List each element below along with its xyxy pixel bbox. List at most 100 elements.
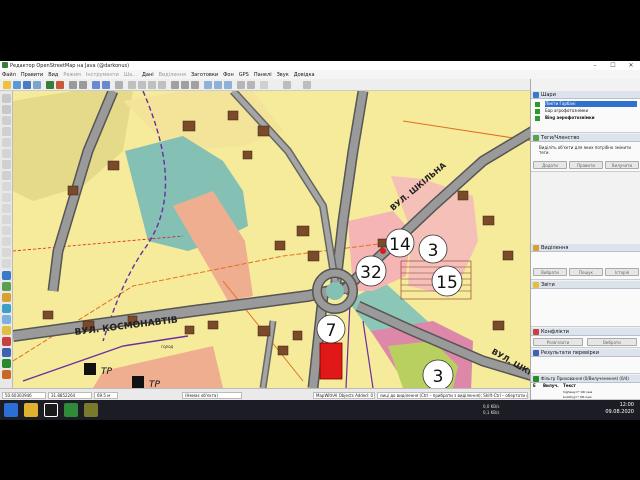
redo-icon[interactable] <box>79 81 87 89</box>
menu-item[interactable]: Заготовки <box>191 72 218 78</box>
menu-item[interactable]: Вид <box>48 72 58 78</box>
search-button[interactable]: Пошук <box>569 268 603 276</box>
select-button[interactable]: Вибрати <box>533 268 567 276</box>
tool-icon[interactable] <box>128 81 136 89</box>
tool-icon[interactable] <box>2 259 11 268</box>
validation-header[interactable]: Результати перевірки <box>531 349 640 357</box>
tool-icon[interactable] <box>303 81 311 89</box>
tool-icon[interactable] <box>181 81 189 89</box>
tool-icon[interactable] <box>138 81 146 89</box>
open-file-icon[interactable] <box>13 81 21 89</box>
undo-icon[interactable] <box>69 81 77 89</box>
filter-toggle-icon[interactable] <box>2 359 11 368</box>
maximize-button[interactable]: ☐ <box>604 61 622 70</box>
visibility-icon[interactable] <box>535 116 540 121</box>
zoom-out-icon[interactable] <box>102 81 110 89</box>
tool-icon[interactable] <box>214 81 222 89</box>
preferences-icon[interactable] <box>115 81 123 89</box>
extrude-tool-icon[interactable] <box>2 160 11 169</box>
select-tool-icon[interactable] <box>2 94 11 103</box>
menu-item[interactable]: Режим <box>63 72 81 78</box>
edit-tag-button[interactable]: Правити <box>569 161 603 169</box>
menu-item[interactable]: GPS <box>239 72 249 78</box>
select-conflict-button[interactable]: Вибрати <box>587 338 637 346</box>
tags-header[interactable]: Теги/Членство <box>531 134 640 142</box>
filter-header[interactable]: Фільтр Приховання (0/Вилученення) (0/4) <box>531 375 640 383</box>
file-explorer-icon[interactable] <box>24 403 38 417</box>
notes-toggle-icon[interactable] <box>2 326 11 335</box>
tool-icon[interactable] <box>148 81 156 89</box>
save-as-icon[interactable] <box>33 81 41 89</box>
menu-item[interactable]: Правити <box>21 72 43 78</box>
explorer-icon[interactable] <box>44 403 58 417</box>
menu-item[interactable]: Довідка <box>294 72 315 78</box>
tool-icon[interactable] <box>191 81 199 89</box>
qgis-icon[interactable] <box>64 403 78 417</box>
gps-icon[interactable] <box>2 370 11 379</box>
menu-item[interactable]: Дані <box>142 72 154 78</box>
tool-icon[interactable] <box>2 226 11 235</box>
filter-column-header: Вилуч. <box>543 383 559 388</box>
layer-item[interactable]: Бар агрофотознімки <box>545 108 637 114</box>
tool-icon[interactable] <box>2 204 11 213</box>
tool-icon[interactable] <box>158 81 166 89</box>
tool-icon[interactable] <box>283 81 291 89</box>
menu-item[interactable]: Виділення <box>159 72 186 78</box>
improve-way-tool-icon[interactable] <box>2 171 11 180</box>
zoom-tool-icon[interactable] <box>2 127 11 136</box>
delete-tool-icon[interactable] <box>2 138 11 147</box>
layer-item[interactable]: Ліміти Гарбані <box>545 101 637 107</box>
menu-item[interactable]: Фон <box>223 72 234 78</box>
draw-tool-icon[interactable] <box>2 116 11 125</box>
system-clock[interactable]: 12:00 09.08.2020 <box>605 402 634 416</box>
zoom-in-icon[interactable] <box>92 81 100 89</box>
selection-header[interactable]: Виділення <box>531 244 640 252</box>
visibility-icon[interactable] <box>535 102 540 107</box>
tool-icon[interactable] <box>2 193 11 202</box>
menu-item[interactable]: Ша... <box>124 72 137 78</box>
menu-item[interactable]: Файл <box>2 72 16 78</box>
menu-item[interactable]: Інструменти <box>86 72 119 78</box>
start-icon[interactable] <box>4 403 18 417</box>
delete-tag-button[interactable]: Вилучити <box>605 161 639 169</box>
selection-toggle-icon[interactable] <box>2 293 11 302</box>
menu-item[interactable]: Звук <box>277 72 289 78</box>
visibility-icon[interactable] <box>535 109 540 114</box>
map-view[interactable]: ВУЛ. КОСМОНАВТІВ ВУЛ. ШКІЛЬНА ВУЛ. ШКІЛ.… <box>13 91 530 388</box>
tool-icon[interactable] <box>237 81 245 89</box>
conflicts-header[interactable]: Конфлікти <box>531 328 640 336</box>
add-tag-button[interactable]: Додати <box>533 161 567 169</box>
tool-icon[interactable] <box>2 215 11 224</box>
tool-icon[interactable] <box>2 182 11 191</box>
parallel-tool-icon[interactable] <box>2 149 11 158</box>
download-icon[interactable] <box>46 81 54 89</box>
tool-icon[interactable] <box>247 81 255 89</box>
lasso-tool-icon[interactable] <box>2 105 11 114</box>
close-button[interactable]: ✕ <box>622 61 640 70</box>
tags-hint: Виділіть об'єкти для яких потрібно зміни… <box>539 145 631 155</box>
layers-header[interactable]: Шари <box>531 91 640 99</box>
tags-toggle-icon[interactable] <box>2 282 11 291</box>
conflict-toggle-icon[interactable] <box>2 337 11 346</box>
network-speed: 0,0 KB/s 0,1 KB/s <box>483 404 499 416</box>
app-icon[interactable] <box>84 403 98 417</box>
tool-icon[interactable] <box>260 81 268 89</box>
tool-icon[interactable] <box>2 248 11 257</box>
validator-toggle-icon[interactable] <box>2 348 11 357</box>
history-button[interactable]: Історія <box>605 268 639 276</box>
tool-icon[interactable] <box>2 237 11 246</box>
resolve-button[interactable]: Розв'язати <box>533 338 583 346</box>
tool-icon[interactable] <box>204 81 212 89</box>
layer-item[interactable]: Bing аерофотознімки <box>545 115 637 121</box>
menu-item[interactable]: Панелі <box>254 72 272 78</box>
tool-icon[interactable] <box>224 81 232 89</box>
upload-icon[interactable] <box>56 81 64 89</box>
map-paint-icon[interactable] <box>2 304 11 313</box>
notes-header[interactable]: Звіти <box>531 281 640 289</box>
history-icon[interactable] <box>2 315 11 324</box>
new-layer-icon[interactable] <box>3 81 11 89</box>
layers-toggle-icon[interactable] <box>2 271 11 280</box>
minimize-button[interactable]: – <box>586 61 604 70</box>
tool-icon[interactable] <box>171 81 179 89</box>
save-icon[interactable] <box>23 81 31 89</box>
